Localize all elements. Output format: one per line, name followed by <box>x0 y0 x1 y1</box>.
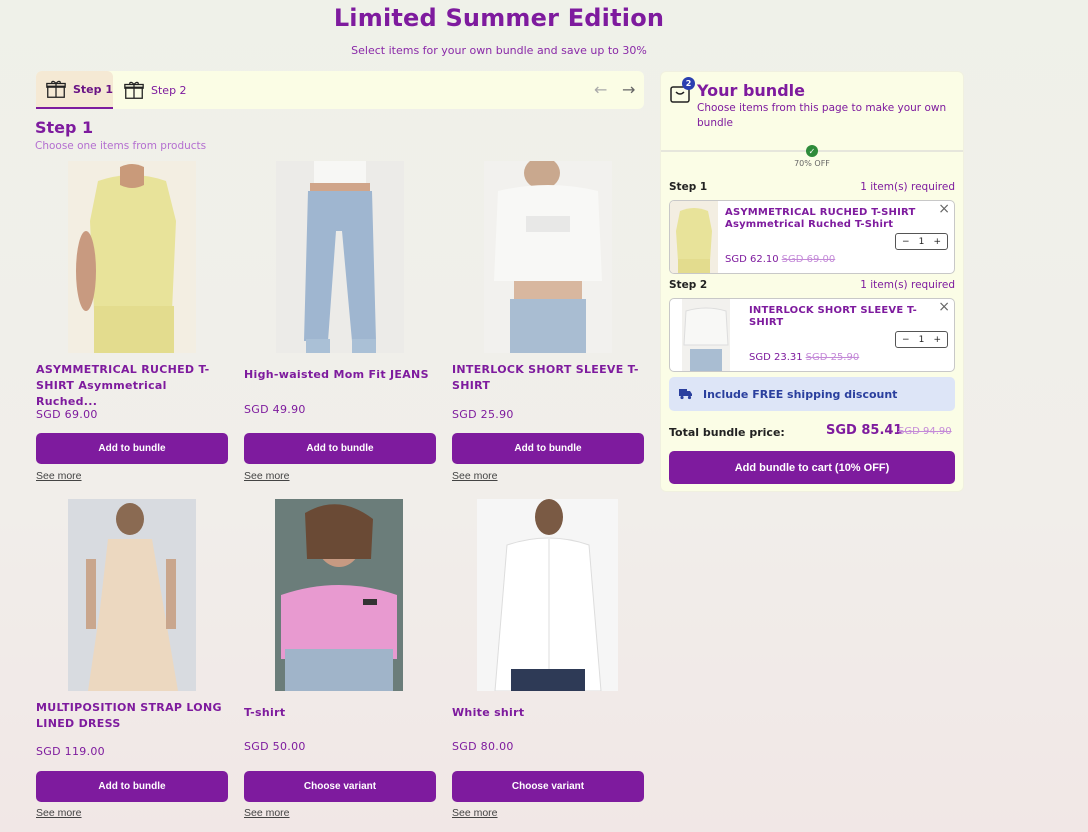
gift-icon <box>46 80 66 98</box>
bundle-panel: 2 Your bundle Choose items from this pag… <box>660 71 964 492</box>
product-image[interactable] <box>276 161 404 353</box>
bundle-item-old-price: SGD 69.00 <box>781 254 836 265</box>
product-card: ASYMMETRICAL RUCHED T-SHIRT Asymmetrical… <box>36 161 228 491</box>
tab-step-1-label: Step 1 <box>73 82 113 96</box>
product-card: INTERLOCK SHORT SLEEVE T-SHIRT SGD 25.90… <box>452 161 644 491</box>
quantity-stepper: − 1 + <box>895 233 948 250</box>
page-title: Limited Summer Edition <box>333 4 665 32</box>
product-name[interactable]: ASYMMETRICAL RUCHED T-SHIRT Asymmetrical… <box>36 362 228 410</box>
bundle-count-badge: 2 <box>682 77 695 90</box>
product-card: T-shirt SGD 50.00 Choose variant See mor… <box>244 499 436 829</box>
see-more-link[interactable]: See more <box>36 807 82 819</box>
bundle-description: Choose items from this page to make your… <box>697 102 947 129</box>
bundle-step-requirement: 1 item(s) required <box>860 279 955 291</box>
quantity-value: 1 <box>918 334 925 345</box>
bundle-step-row: Step 2 1 item(s) required <box>669 279 955 291</box>
product-image[interactable] <box>477 499 618 691</box>
bundle-item-new-price: SGD 62.10 <box>725 254 779 265</box>
product-image[interactable] <box>68 499 196 691</box>
product-image[interactable] <box>484 161 612 353</box>
add-to-bundle-button[interactable]: Add to bundle <box>452 433 644 464</box>
bundle-item-name: INTERLOCK SHORT SLEEVE T-SHIRT <box>749 305 917 328</box>
bundle-header: 2 Your bundle Choose items from this pag… <box>661 72 963 157</box>
gift-icon <box>124 81 144 99</box>
product-name[interactable]: T-shirt <box>244 705 436 721</box>
product-name[interactable]: MULTIPOSITION STRAP LONG LINED DRESS <box>36 700 228 732</box>
total-price: SGD 85.41 <box>826 423 903 438</box>
bundle-step-row: Step 1 1 item(s) required <box>669 181 955 193</box>
bundle-item-thumbnail <box>682 299 730 371</box>
product-price: SGD 25.90 <box>452 408 514 421</box>
tab-step-1[interactable]: Step 1 <box>36 71 113 109</box>
bundle-item-old-price: SGD 25.90 <box>805 352 860 363</box>
bundle-step-label: Step 2 <box>669 279 708 291</box>
minus-icon[interactable]: − <box>902 237 910 247</box>
total-old-price: SGD 94.90 <box>898 426 952 437</box>
bundle-item-new-price: SGD 23.31 <box>749 352 803 363</box>
product-image[interactable] <box>275 499 403 691</box>
see-more-link[interactable]: See more <box>244 807 290 819</box>
quantity-value: 1 <box>918 236 925 247</box>
product-image[interactable] <box>68 161 196 353</box>
add-to-bundle-button[interactable]: Add to bundle <box>36 433 228 464</box>
step-heading: Step 1 <box>35 118 94 137</box>
discount-label: 70% OFF <box>794 159 830 168</box>
product-card: High-waisted Mom Fit JEANS SGD 49.90 Add… <box>244 161 436 491</box>
close-icon[interactable]: × <box>938 201 950 217</box>
shipping-discount-banner: Include FREE shipping discount <box>669 377 955 411</box>
plus-icon[interactable]: + <box>933 335 941 345</box>
bundle-item: ASYMMETRICAL RUCHED T-SHIRT Asymmetrical… <box>669 200 955 274</box>
tab-step-2-label: Step 2 <box>151 83 187 97</box>
truck-icon <box>679 389 692 400</box>
product-name[interactable]: INTERLOCK SHORT SLEEVE T-SHIRT <box>452 362 644 394</box>
see-more-link[interactable]: See more <box>36 470 82 482</box>
product-card: White shirt SGD 80.00 Choose variant See… <box>452 499 644 829</box>
product-name[interactable]: White shirt <box>452 705 644 721</box>
see-more-link[interactable]: See more <box>452 807 498 819</box>
shipping-text: Include FREE shipping discount <box>703 387 898 401</box>
bundle-item-price: SGD 23.31 SGD 25.90 <box>749 352 859 363</box>
bundle-item-name: ASYMMETRICAL RUCHED T-SHIRT Asymmetrical… <box>725 207 916 230</box>
add-to-bundle-button[interactable]: Add to bundle <box>36 771 228 802</box>
see-more-link[interactable]: See more <box>244 470 290 482</box>
quantity-stepper: − 1 + <box>895 331 948 348</box>
bundle-step-requirement: 1 item(s) required <box>860 181 955 193</box>
check-icon: ✓ <box>806 145 818 157</box>
add-to-bundle-button[interactable]: Add to bundle <box>244 433 436 464</box>
minus-icon[interactable]: − <box>902 335 910 345</box>
product-price: SGD 69.00 <box>36 408 98 421</box>
see-more-link[interactable]: See more <box>452 470 498 482</box>
product-price: SGD 80.00 <box>452 740 514 753</box>
product-card: MULTIPOSITION STRAP LONG LINED DRESS SGD… <box>36 499 228 829</box>
bundle-item-price: SGD 62.10 SGD 69.00 <box>725 254 835 265</box>
arrow-right-icon[interactable]: → <box>622 80 635 99</box>
add-bundle-to-cart-button[interactable]: Add bundle to cart (10% OFF) <box>669 451 955 484</box>
product-price: SGD 50.00 <box>244 740 306 753</box>
bundle-item: INTERLOCK SHORT SLEEVE T-SHIRT × − 1 + S… <box>669 298 955 372</box>
product-price: SGD 49.90 <box>244 403 306 416</box>
bundle-title: Your bundle <box>697 81 805 100</box>
tab-step-2[interactable]: Step 2 <box>114 71 214 109</box>
total-label: Total bundle price: <box>669 426 785 439</box>
product-price: SGD 119.00 <box>36 745 105 758</box>
arrow-left-icon[interactable]: ← <box>594 80 607 99</box>
choose-variant-button[interactable]: Choose variant <box>452 771 644 802</box>
close-icon[interactable]: × <box>938 299 950 315</box>
product-name[interactable]: High-waisted Mom Fit JEANS <box>244 367 436 383</box>
plus-icon[interactable]: + <box>933 237 941 247</box>
step-tabs: Step 1 Step 2 ← → <box>36 71 644 109</box>
choose-variant-button[interactable]: Choose variant <box>244 771 436 802</box>
bundle-step-label: Step 1 <box>669 181 708 193</box>
step-subheading: Choose one items from products <box>35 140 207 152</box>
bundle-item-thumbnail <box>670 201 718 273</box>
page-subtitle: Select items for your own bundle and sav… <box>351 44 647 57</box>
